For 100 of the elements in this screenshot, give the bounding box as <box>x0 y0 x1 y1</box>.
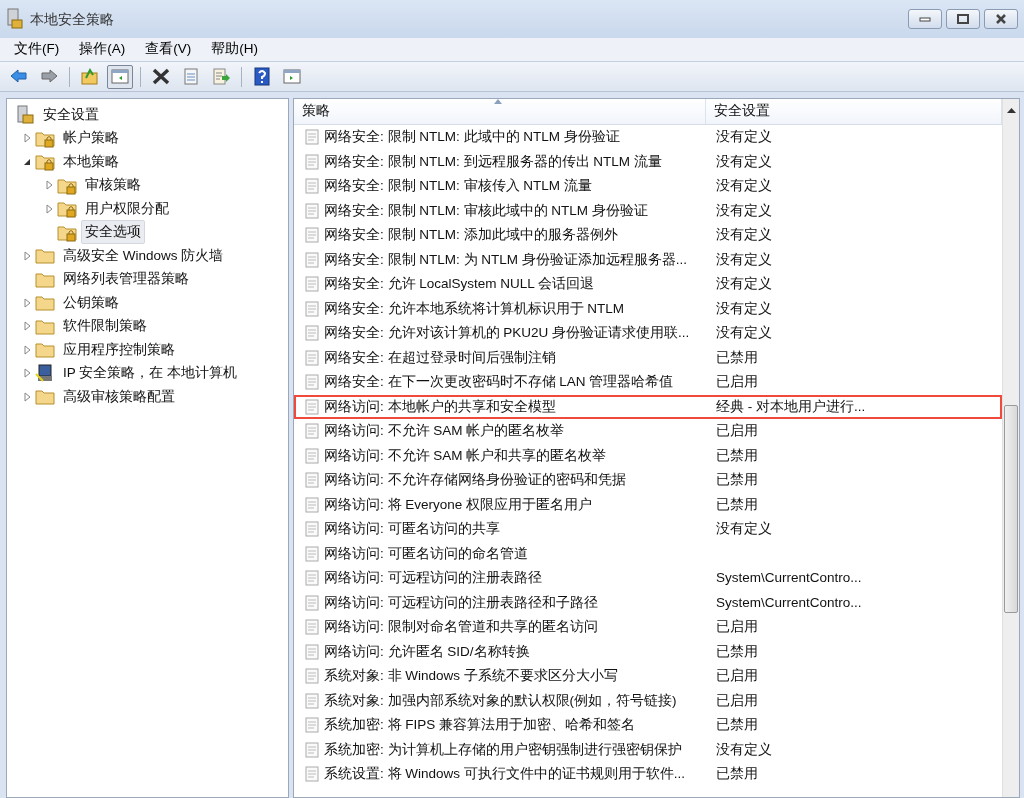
menu-item[interactable]: 文件(F) <box>4 37 70 62</box>
policy-name[interactable]: 系统加密: 将 FIPS 兼容算法用于加密、哈希和签名 <box>324 715 635 736</box>
policy-icon <box>304 227 320 244</box>
policy-icon <box>304 594 320 611</box>
tree-item[interactable]: 软件限制策略 <box>59 314 151 339</box>
policy-name[interactable]: 网络访问: 不允许 SAM 帐户的匿名枚举 <box>324 421 565 442</box>
setting-value: 已启用 <box>716 619 758 635</box>
policy-name[interactable]: 网络安全: 限制 NTLM: 审核此域中的 NTLM 身份验证 <box>324 200 648 221</box>
policy-name[interactable]: 网络访问: 可匿名访问的共享 <box>324 519 500 540</box>
policy-name[interactable]: 网络安全: 允许对该计算机的 PKU2U 身份验证请求使用联... <box>324 323 690 344</box>
tree-item[interactable]: 高级安全 Windows 防火墙 <box>59 243 228 268</box>
setting-value: 没有定义 <box>716 153 772 169</box>
delete-icon <box>151 67 171 86</box>
policy-icon <box>304 668 320 685</box>
setting-value: 没有定义 <box>716 276 772 292</box>
tree-item[interactable]: 安全选项 <box>81 220 145 245</box>
policy-icon <box>304 349 320 366</box>
setting-value: 已禁用 <box>716 643 758 659</box>
policy-name[interactable]: 网络安全: 限制 NTLM: 为 NTLM 身份验证添加远程服务器... <box>324 249 687 270</box>
policy-icon <box>304 398 320 415</box>
policy-name[interactable]: 网络访问: 将 Everyone 权限应用于匿名用户 <box>324 494 593 515</box>
properties-icon <box>181 67 201 86</box>
menu-item[interactable]: 查看(V) <box>135 37 202 62</box>
policy-name[interactable]: 网络安全: 在超过登录时间后强制注销 <box>324 347 556 368</box>
policy-name[interactable]: 网络安全: 允许本地系统将计算机标识用于 NTLM <box>324 298 624 319</box>
policy-icon <box>304 374 320 391</box>
policy-name[interactable]: 网络访问: 可匿名访问的命名管道 <box>324 543 528 564</box>
tree-item[interactable]: 安全设置 <box>39 102 103 127</box>
policy-name[interactable]: 网络访问: 允许匿名 SID/名称转换 <box>324 641 530 662</box>
scrollbar[interactable] <box>1002 99 1019 797</box>
policy-name[interactable]: 网络访问: 限制对命名管道和共享的匿名访问 <box>324 617 598 638</box>
tree-item[interactable]: 用户权限分配 <box>81 196 173 221</box>
policy-name[interactable]: 网络安全: 在下一次更改密码时不存储 LAN 管理器哈希值 <box>324 372 674 393</box>
close-icon <box>995 14 1007 24</box>
policy-name[interactable]: 系统加密: 为计算机上存储的用户密钥强制进行强密钥保护 <box>324 739 682 760</box>
maximize-button[interactable] <box>946 9 980 29</box>
tree-item[interactable]: 应用程序控制策略 <box>59 337 179 362</box>
setting-value: 已启用 <box>716 692 758 708</box>
setting-value: 已启用 <box>716 423 758 439</box>
folder-icon <box>35 246 55 266</box>
policy-name[interactable]: 网络访问: 可远程访问的注册表路径和子路径 <box>324 592 598 613</box>
setting-value: 没有定义 <box>716 202 772 218</box>
policy-name[interactable]: 系统对象: 非 Windows 子系统不要求区分大小写 <box>324 666 618 687</box>
export-list-icon <box>211 67 231 86</box>
setting-value: 已禁用 <box>716 447 758 463</box>
policy-name[interactable]: 网络访问: 不允许存储网络身份验证的密码和凭据 <box>324 470 626 491</box>
folder-icon <box>35 387 55 407</box>
policy-icon <box>304 276 320 293</box>
setting-value: 没有定义 <box>716 741 772 757</box>
locked-folder-icon <box>57 199 77 219</box>
policy-icon <box>304 129 320 146</box>
locked-folder-icon <box>35 152 55 172</box>
tree-item[interactable]: 审核策略 <box>81 173 145 198</box>
help-icon <box>252 67 272 86</box>
policy-icon <box>304 423 320 440</box>
tree-item[interactable]: IP 安全策略，在 本地计算机 <box>59 361 241 386</box>
tree-item[interactable]: 高级审核策略配置 <box>59 384 179 409</box>
policy-name[interactable]: 网络访问: 可远程访问的注册表路径 <box>324 568 542 589</box>
policy-icon <box>304 619 320 636</box>
policy-icon <box>304 741 320 758</box>
scroll-thumb[interactable] <box>1004 405 1018 613</box>
column-header[interactable]: 策略 <box>294 99 706 124</box>
policy-name[interactable]: 网络安全: 允许 LocalSystem NULL 会话回退 <box>324 274 595 295</box>
setting-value: 没有定义 <box>716 521 772 537</box>
policy-name[interactable]: 网络安全: 限制 NTLM: 审核传入 NTLM 流量 <box>324 176 592 197</box>
policy-name[interactable]: 网络访问: 不允许 SAM 帐户和共享的匿名枚举 <box>324 445 607 466</box>
app-icon <box>6 8 24 30</box>
scroll-up-icon[interactable] <box>1007 107 1016 113</box>
setting-value: System\CurrentContro... <box>716 570 862 586</box>
policy-icon <box>304 447 320 464</box>
tree-item[interactable]: 网络列表管理器策略 <box>59 267 193 292</box>
tree-pane-button[interactable] <box>107 64 133 89</box>
policy-icon <box>304 766 320 783</box>
policy-name[interactable]: 系统对象: 加强内部系统对象的默认权限(例如，符号链接) <box>324 690 677 711</box>
computer-icon <box>35 363 55 383</box>
folder-icon <box>35 340 55 360</box>
policy-icon <box>304 300 320 317</box>
tree-item[interactable]: 公钥策略 <box>59 290 123 315</box>
setting-value: 没有定义 <box>716 129 772 145</box>
menu-item[interactable]: 帮助(H) <box>201 37 268 62</box>
policy-name[interactable]: 网络安全: 限制 NTLM: 到远程服务器的传出 NTLM 流量 <box>324 151 662 172</box>
policy-icon <box>304 643 320 660</box>
setting-value: 没有定义 <box>716 227 772 243</box>
setting-value: 没有定义 <box>716 251 772 267</box>
menu-item[interactable]: 操作(A) <box>69 37 136 62</box>
maximize-icon <box>957 14 969 24</box>
setting-value: 已禁用 <box>716 472 758 488</box>
policy-name[interactable]: 系统设置: 将 Windows 可执行文件中的证书规则用于软件... <box>324 764 686 785</box>
policy-name[interactable]: 网络访问: 本地帐户的共享和安全模型 <box>324 396 556 417</box>
policy-icon <box>304 153 320 170</box>
policy-name[interactable]: 网络安全: 限制 NTLM: 此域中的 NTLM 身份验证 <box>324 127 620 148</box>
policy-icon <box>304 472 320 489</box>
policy-icon <box>304 521 320 538</box>
policy-name[interactable]: 网络安全: 限制 NTLM: 添加此域中的服务器例外 <box>324 225 618 246</box>
tree-item[interactable]: 帐户策略 <box>59 126 123 151</box>
sort-arrow-icon <box>494 99 502 104</box>
close-button[interactable] <box>984 9 1018 29</box>
tree-item[interactable]: 本地策略 <box>59 149 123 174</box>
action-pane-icon <box>282 67 302 86</box>
setting-value: 没有定义 <box>716 300 772 316</box>
